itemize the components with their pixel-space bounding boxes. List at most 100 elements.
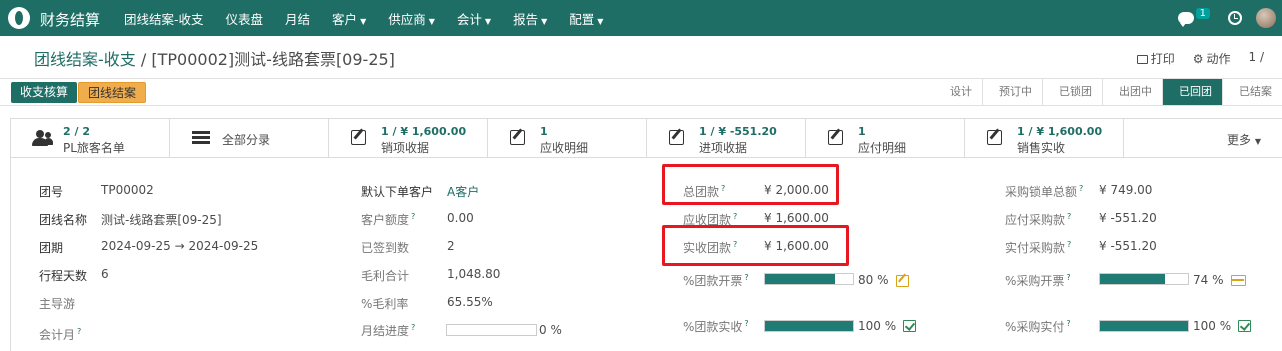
group-name-label: 团线名称 [39, 213, 88, 227]
menu-item-accounting[interactable]: 会计 ▼ [457, 9, 491, 28]
reconcile-button[interactable]: 收支核算 [11, 82, 78, 103]
smart-button-sales-collected[interactable]: 1 / ¥ 1,600.00 销售实收 [965, 119, 1124, 157]
form-actions: 打印 ⚙ 动作 1 / [1136, 50, 1282, 67]
check-icon[interactable] [903, 320, 916, 332]
edit-icon [828, 130, 843, 145]
printer-icon [1136, 55, 1148, 64]
help-icon: ? [1066, 273, 1071, 282]
edit-icon [510, 130, 525, 145]
paid-value: ¥ -551.20 [1099, 239, 1157, 253]
credit-label: 客户额度? [361, 212, 416, 227]
highlight-box-total [662, 164, 839, 205]
smart-button-receivables[interactable]: 1 应收明细 [488, 119, 647, 157]
guide-label: 主导游 [39, 297, 76, 311]
app-logo-icon[interactable] [8, 7, 30, 29]
smart-button-more[interactable]: 更多 ▼ [1124, 119, 1282, 157]
app-brand[interactable]: 财务结算 [40, 9, 100, 30]
smart-button-payables[interactable]: 1 应付明细 [806, 119, 965, 157]
highlight-box-received [662, 225, 849, 266]
group-name-value: 测试-线路套票[09-25] [101, 213, 222, 227]
breadcrumb-current: [TP00002]测试-线路套票[09-25] [151, 50, 395, 69]
smart-button-passengers[interactable]: 2 / 2 PL旅客名单 [11, 119, 170, 157]
action-button[interactable]: ⚙ 动作 [1193, 50, 1231, 67]
help-icon: ? [1067, 240, 1072, 249]
stage-closed[interactable]: 已结案 [1222, 79, 1282, 105]
smart-button-box: 2 / 2 PL旅客名单 全部分录 1 / ¥ 1,600.00 销项收据 1 … [11, 119, 1282, 158]
pager[interactable]: 1 / [1249, 50, 1265, 67]
margin-label: %毛利率 [361, 297, 409, 311]
menu-item-supplier[interactable]: 供应商 ▼ [388, 9, 435, 28]
stage-on-tour[interactable]: 出团中 [1102, 79, 1162, 105]
menu-item-customer[interactable]: 客户 ▼ [332, 9, 366, 28]
menu-item-config[interactable]: 配置 ▼ [569, 9, 603, 28]
collected-pct-label: %团款实收? [683, 319, 749, 334]
gross-label: 毛利合计 [361, 269, 410, 283]
invoice-pct-label: %团款开票? [683, 273, 749, 288]
days-value: 6 [101, 267, 109, 281]
user-avatar[interactable] [1256, 8, 1276, 28]
payable-label: 应付采购款? [1005, 212, 1072, 227]
help-icon: ? [411, 212, 416, 221]
help-icon: ? [1066, 319, 1071, 328]
month-progress-bar [446, 324, 537, 336]
credit-card-icon[interactable] [1231, 275, 1246, 286]
breadcrumb: 团线结案-收支 / [TP00002]测试-线路套票[09-25] [34, 46, 395, 70]
chat-icon[interactable] [1177, 12, 1194, 27]
payable-value: ¥ -551.20 [1099, 211, 1157, 225]
stage-returned[interactable]: 已回团 [1162, 79, 1222, 105]
help-icon: ? [744, 273, 749, 282]
invoice-pct-value: 80 % [858, 273, 889, 287]
edit-icon [987, 130, 1002, 145]
customer-label: 默认下单客户 [361, 185, 434, 199]
help-icon: ? [733, 212, 738, 221]
period-label: 团期 [39, 241, 64, 255]
print-button[interactable]: 打印 [1136, 50, 1175, 67]
help-icon: ? [411, 323, 416, 332]
chevron-down-icon: ▼ [484, 16, 492, 26]
help-icon: ? [744, 319, 749, 328]
menu-item-monthly[interactable]: 月结 [285, 9, 310, 28]
purchase-total-value: ¥ 749.00 [1099, 183, 1153, 197]
purchase-total-label: 采购锁单总额? [1005, 184, 1084, 199]
stage-design[interactable]: 设计 [938, 79, 982, 105]
systray: 1 [1177, 0, 1282, 36]
collected-pct-value: 100 % [858, 319, 897, 333]
customer-link[interactable]: A客户 [447, 183, 479, 200]
help-icon: ? [1067, 212, 1072, 221]
group-no-value: TP00002 [101, 183, 154, 197]
stage-locked[interactable]: 已锁团 [1042, 79, 1102, 105]
menu-item-dashboard[interactable]: 仪表盘 [226, 9, 264, 28]
collected-progress-bar [764, 320, 854, 332]
users-icon [31, 130, 53, 146]
breadcrumb-separator: / [140, 50, 147, 69]
menu-item-reports[interactable]: 报告 ▼ [513, 9, 547, 28]
close-group-button[interactable]: 团线结案 [78, 82, 147, 103]
paid-label: 实付采购款? [1005, 240, 1072, 255]
chevron-down-icon: ▼ [360, 16, 367, 26]
help-icon: ? [1079, 184, 1084, 193]
gross-value: 1,048.80 [447, 267, 501, 281]
check-icon[interactable] [1238, 320, 1251, 332]
credit-value: 0.00 [447, 211, 474, 225]
edit-icon [669, 130, 684, 145]
smart-button-sales-receipts[interactable]: 1 / ¥ 1,600.00 销项收据 [329, 119, 488, 157]
list-icon [192, 131, 210, 144]
arrow-right-icon: → [174, 239, 185, 253]
purchase-invoice-pct-value: 74 % [1193, 273, 1224, 287]
clock-icon[interactable] [1228, 11, 1242, 25]
message-count-badge: 1 [1195, 7, 1210, 19]
menu-item-group-settlement[interactable]: 团线结案-收支 [124, 9, 204, 28]
group-no-label: 团号 [39, 185, 64, 199]
smart-button-entries[interactable]: 全部分录 [170, 119, 329, 157]
stage-booking[interactable]: 预订中 [982, 79, 1042, 105]
smart-button-purchase-receipts[interactable]: 1 / ¥ -551.20 进项收据 [647, 119, 806, 157]
chevron-down-icon: ▼ [541, 16, 548, 26]
month-progress-label: 月结进度? [361, 323, 416, 338]
edit-icon[interactable] [896, 275, 909, 287]
breadcrumb-parent[interactable]: 团线结案-收支 [34, 50, 136, 69]
edit-icon [351, 130, 366, 145]
help-icon: ? [77, 327, 82, 336]
stage-pipeline: 设计 预订中 已锁团 出团中 已回团 已结案 [938, 79, 1282, 105]
days-label: 行程天数 [39, 269, 88, 283]
receivable-value: ¥ 1,600.00 [764, 211, 829, 225]
